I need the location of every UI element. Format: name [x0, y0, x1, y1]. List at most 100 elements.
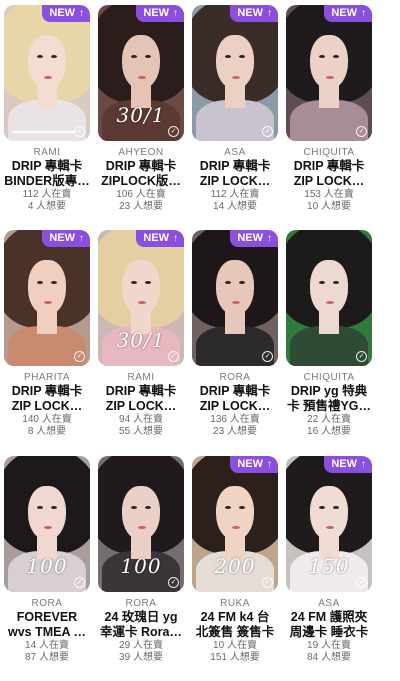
new-badge: NEW ↑ — [136, 5, 184, 22]
photocard-image[interactable]: ✓ — [286, 230, 372, 367]
member-name: RUKA — [220, 597, 250, 609]
member-name: RORA — [219, 372, 251, 384]
card-title-line2: ZIPLOCK版… — [101, 174, 181, 188]
new-badge-label: NEW — [237, 7, 263, 19]
selling-count: 94 人在賣 — [119, 414, 163, 426]
new-badge-label: NEW — [49, 7, 75, 19]
card-title-line1: 24 玫瑰日 yg — [104, 609, 178, 624]
product-card[interactable]: NEW ↑ 200 ✓ RUKA 24 FM k4 台北簽售 簽售卡 10 人在賣 151 人… — [188, 455, 282, 681]
product-card[interactable]: NEW ↑ ✓ ASA DRIP 專輯卡 ZIP LOCK… 112 人在賣 14 人想要 — [188, 5, 282, 230]
photocard-image[interactable]: NEW ↑ ✓ — [286, 5, 372, 141]
card-title-line1: DRIP yg 特典 — [290, 384, 368, 399]
selling-count: 29 人在賣 — [119, 639, 163, 651]
new-badge: NEW ↑ — [324, 455, 372, 473]
card-title-line2: ZIP LOCK… — [11, 399, 83, 414]
product-card[interactable]: NEW ↑ ✓ CHIQUITA DRIP 專輯卡 ZIP LOCK… 153 人在賣 10 … — [282, 5, 376, 230]
selling-count: 112 人在賣 — [22, 189, 72, 200]
arrow-up-icon: ↑ — [267, 458, 272, 470]
card-title-line2: ZIP LOCK… — [199, 174, 271, 188]
wanting-count: 84 人想要 — [307, 651, 351, 663]
new-badge: NEW ↑ — [42, 5, 90, 22]
arrow-up-icon: ↑ — [361, 8, 366, 19]
wanting-count: 14 人想要 — [213, 201, 257, 212]
verified-check-icon: ✓ — [168, 126, 179, 137]
new-badge: NEW ↑ — [230, 5, 278, 22]
card-title-line2: ZIP LOCK… — [293, 174, 365, 188]
member-name: RAMI — [127, 372, 155, 384]
card-title-line2: wvs TMEA … — [7, 624, 87, 639]
arrow-up-icon: ↑ — [79, 233, 84, 245]
wanting-count: 16 人想要 — [307, 426, 351, 438]
photocard-image[interactable]: 100 ✓ — [98, 455, 184, 592]
arrow-up-icon: ↑ — [173, 233, 178, 245]
card-title-line1: DRIP 專輯卡 — [11, 384, 83, 399]
product-card[interactable]: NEW ↑ ✓ PHARITA DRIP 專輯卡 ZIP LOCK… 140 人在賣 8 人想… — [0, 230, 94, 455]
new-badge: NEW ↑ — [230, 230, 278, 248]
photocard-image[interactable]: NEW ↑ 30/1 ✓ — [98, 230, 184, 367]
new-badge-label: NEW — [143, 7, 169, 19]
selling-count: 19 人在賣 — [307, 639, 351, 651]
product-card[interactable]: NEW ↑ 30/1 ✓ AHYEON DRIP 專輯卡 ZIPLOCK版… 106 人在賣 2… — [94, 5, 188, 230]
photocard-image[interactable]: NEW ↑ 200 ✓ — [192, 455, 278, 592]
selling-count: 153 人在賣 — [304, 189, 354, 200]
photocard-image[interactable]: NEW ↑ 30/1 ✓ — [98, 5, 184, 141]
product-card[interactable]: NEW ↑ ✓ RORA DRIP 專輯卡 ZIP LOCK… 136 人在賣 23 人想要 — [188, 230, 282, 455]
new-badge-label: NEW — [237, 457, 263, 470]
handwritten-note: 30/1 — [116, 328, 166, 353]
card-title-line2: 卡 預售禮YG… — [286, 399, 372, 414]
verified-check-icon: ✓ — [262, 576, 273, 588]
card-title-line1: DRIP 專輯卡 — [11, 159, 83, 173]
wanting-count: 23 人想要 — [119, 201, 163, 212]
product-card[interactable]: NEW ↑ 150 ✓ ASA 24 FM 護照夾 周邊卡 睡衣卡 19 人在賣 84 人想要 — [282, 455, 376, 681]
card-title-line2: 周邊卡 睡衣卡 — [289, 624, 369, 639]
selling-count: 106 人在賣 — [116, 189, 166, 200]
wanting-count: 8 人想要 — [27, 426, 67, 438]
arrow-up-icon: ↑ — [361, 458, 366, 470]
card-title-line1: 24 FM k4 台 — [200, 609, 270, 624]
member-name: PHARITA — [23, 372, 71, 384]
new-badge: NEW ↑ — [42, 230, 90, 248]
card-title-line2: BINDER版專… — [4, 174, 90, 188]
card-title-line1: DRIP 專輯卡 — [199, 159, 271, 173]
card-title-line1: DRIP 專輯卡 — [105, 159, 177, 173]
product-card[interactable]: 100 ✓ RORA FOREVER wvs TMEA … 14 人在賣 87 人想要 — [0, 455, 94, 681]
photocard-image[interactable]: 100 ✓ — [4, 455, 90, 592]
new-badge-label: NEW — [237, 232, 263, 245]
photocard-image[interactable]: NEW ↑ ✓ — [4, 5, 90, 141]
member-name: RAMI — [33, 147, 61, 158]
selling-count: 112 人在賣 — [210, 189, 260, 200]
photocard-image[interactable]: NEW ↑ 150 ✓ — [286, 455, 372, 592]
card-title-line1: FOREVER — [16, 609, 78, 624]
arrow-up-icon: ↑ — [173, 8, 178, 19]
photocard-image[interactable]: NEW ↑ ✓ — [192, 230, 278, 367]
photocard-image[interactable]: NEW ↑ ✓ — [4, 230, 90, 367]
new-badge-label: NEW — [143, 232, 169, 245]
member-name: AHYEON — [118, 147, 164, 158]
card-title-line2: ZIP LOCK… — [199, 399, 271, 414]
new-badge-label: NEW — [331, 7, 357, 19]
selling-count: 136 人在賣 — [210, 414, 260, 426]
verified-check-icon: ✓ — [168, 576, 179, 588]
product-card[interactable]: ✓ CHIQUITA DRIP yg 特典卡 預售禮YG… 22 人在賣 16 人想要 — [282, 230, 376, 455]
product-card[interactable]: 100 ✓ RORA 24 玫瑰日 yg 幸運卡 Rora… 29 人在賣 39 人想要 — [94, 455, 188, 681]
card-title-line1: DRIP 專輯卡 — [199, 384, 271, 399]
verified-check-icon: ✓ — [356, 576, 367, 588]
wanting-count: 4 人想要 — [27, 201, 67, 212]
new-badge-label: NEW — [49, 232, 75, 245]
handwritten-note: 200 — [214, 553, 256, 578]
selling-count: 14 人在賣 — [25, 639, 69, 651]
photocard-image[interactable]: NEW ↑ ✓ — [192, 5, 278, 141]
product-card[interactable]: NEW ↑ ✓ RAMI DRIP 專輯卡 BINDER版專… 112 人在賣 4 人想要 — [0, 5, 94, 230]
card-title-line1: DRIP 專輯卡 — [293, 159, 365, 173]
verified-check-icon: ✓ — [74, 126, 85, 137]
wanting-count: 23 人想要 — [213, 426, 257, 438]
wanting-count: 39 人想要 — [119, 651, 163, 663]
handwritten-note: 30/1 — [116, 103, 166, 127]
verified-check-icon: ✓ — [262, 126, 273, 137]
product-card[interactable]: NEW ↑ 30/1 ✓ RAMI DRIP 專輯卡 ZIP LOCK… 94 人在賣 55 人… — [94, 230, 188, 455]
member-name: CHIQUITA — [303, 147, 355, 158]
wanting-count: 151 人想要 — [210, 651, 260, 663]
card-title-line1: DRIP 專輯卡 — [105, 384, 177, 399]
member-name: ASA — [318, 597, 340, 609]
selling-count: 10 人在賣 — [213, 639, 257, 651]
